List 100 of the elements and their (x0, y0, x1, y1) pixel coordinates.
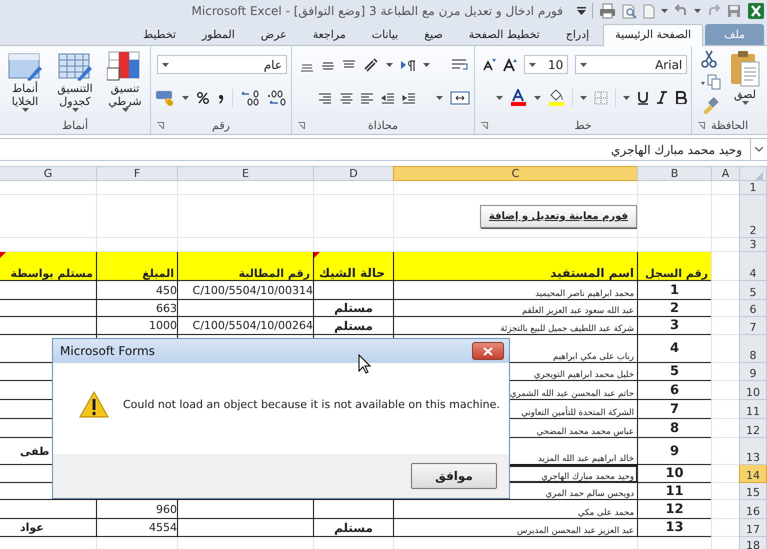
copy-icon[interactable] (701, 74, 721, 90)
caret-icon[interactable] (386, 63, 393, 67)
increase-decimal-icon[interactable] (240, 90, 260, 106)
align-right-icon[interactable] (318, 92, 332, 104)
merge-center-icon[interactable] (450, 91, 470, 105)
warning-icon (79, 391, 109, 418)
right-to-left-icon[interactable] (400, 58, 416, 72)
caret-icon[interactable] (436, 96, 443, 100)
dialog-launcher-icon[interactable] (480, 122, 488, 129)
row-header[interactable]: 15 (740, 482, 766, 500)
row-header[interactable]: 10 (740, 380, 766, 400)
printer-icon[interactable] (599, 3, 616, 19)
format-painter-icon[interactable] (701, 96, 719, 114)
row-header[interactable]: 14 (740, 464, 766, 482)
caret-icon[interactable] (580, 62, 588, 67)
mouse-cursor-icon (358, 354, 371, 374)
column-header[interactable]: G (0, 166, 96, 180)
table-cell: 4 (638, 334, 712, 362)
column-header[interactable]: B (638, 166, 712, 180)
increase-indent-icon[interactable] (402, 92, 416, 104)
row-header[interactable]: 3 (740, 238, 766, 252)
column-header[interactable]: F (96, 166, 178, 180)
format-as-table-button[interactable]: التنسيق كجدول (54, 50, 96, 112)
caret-icon[interactable] (529, 62, 536, 67)
shrink-font-icon[interactable] (483, 58, 496, 72)
conditional-formatting-button[interactable]: تنسيق شرطي (104, 50, 146, 112)
column-header[interactable]: D (314, 166, 394, 180)
ribbon-tab[interactable]: بيانات (360, 24, 410, 45)
caret-icon[interactable] (182, 96, 189, 100)
close-button[interactable] (472, 342, 504, 360)
row-header[interactable]: 5 (740, 280, 766, 300)
table-cell: 2 (638, 300, 712, 316)
ok-button[interactable]: موافق (411, 463, 497, 489)
percent-icon[interactable] (196, 90, 210, 105)
caret-icon[interactable] (22, 108, 28, 112)
customize-menu-icon[interactable] (577, 6, 586, 16)
ribbon-tab[interactable]: عرض (248, 24, 299, 45)
align-center-icon[interactable] (338, 92, 353, 104)
row-header[interactable]: 6 (740, 300, 766, 316)
row-header[interactable]: 1 (740, 180, 766, 194)
number-format-field[interactable]: عام (157, 55, 287, 74)
borders-icon[interactable] (594, 90, 608, 105)
decrease-indent-icon[interactable] (380, 92, 395, 104)
save-icon[interactable] (727, 4, 741, 18)
row-header[interactable]: 9 (740, 362, 766, 380)
font-name-field[interactable]: Arial (575, 55, 688, 74)
column-header[interactable]: C (394, 166, 638, 180)
row-header[interactable]: 17 (740, 518, 766, 536)
form-button[interactable]: فورم معاينة وتعديل و إضافة (480, 205, 636, 228)
row-header[interactable]: 4 (740, 252, 766, 280)
caret-icon[interactable] (661, 9, 668, 13)
caret-icon[interactable] (496, 96, 504, 100)
align-left-icon[interactable] (360, 92, 374, 104)
dialog-launcher-icon[interactable] (298, 122, 305, 129)
ribbon-tab[interactable]: تخطيط الصفحة (456, 24, 552, 45)
ribbon-tab[interactable]: الصفحة الرئيسية (603, 24, 704, 46)
new-document-icon[interactable] (643, 4, 655, 18)
row-header[interactable]: 2 (740, 194, 766, 238)
column-header[interactable]: E (178, 166, 314, 180)
fill-color-icon[interactable] (548, 89, 566, 106)
ribbon-tab[interactable]: إدراج (554, 24, 602, 45)
row-header[interactable]: 7 (740, 316, 766, 334)
underline-icon[interactable] (637, 90, 650, 105)
font-size-field[interactable]: 10 (524, 55, 568, 74)
ribbon-tab[interactable]: تخطيط (131, 24, 188, 45)
close-icon (483, 346, 493, 356)
cell-styles-button[interactable]: أنماط الخلايا (4, 50, 46, 112)
caret-icon[interactable] (422, 63, 430, 67)
formula-bar-field[interactable]: وحيد محمد مبارك الهاجري (0, 142, 750, 156)
text-orientation-icon[interactable] (362, 57, 379, 73)
paste-button[interactable]: لصق (727, 48, 763, 107)
row-header[interactable]: 11 (740, 400, 766, 418)
dialog-launcher-icon[interactable] (157, 122, 164, 129)
caret-icon[interactable] (122, 108, 128, 112)
caret-icon[interactable] (162, 62, 169, 67)
caret-icon[interactable] (742, 101, 748, 105)
print-preview-icon[interactable] (622, 4, 637, 18)
font-color-icon[interactable] (510, 89, 528, 106)
cut-icon[interactable] (701, 50, 717, 68)
row-header[interactable]: 12 (740, 418, 766, 438)
caret-icon[interactable] (534, 96, 542, 100)
decrease-decimal-icon[interactable] (267, 90, 287, 106)
row-header[interactable]: 13 (740, 438, 766, 464)
ribbon-tab[interactable]: مراجعة (300, 24, 358, 45)
caret-icon[interactable] (694, 9, 701, 13)
caret-icon[interactable] (72, 108, 78, 112)
ribbon-tab[interactable]: صيغ (412, 24, 455, 45)
row-header[interactable]: 18 (740, 536, 766, 549)
bold-icon[interactable] (675, 91, 688, 104)
caret-icon[interactable] (623, 96, 630, 100)
currency-icon[interactable] (155, 90, 175, 106)
dialog-launcher-icon[interactable] (698, 122, 706, 129)
row-header[interactable]: 8 (740, 334, 766, 362)
row-header[interactable]: 16 (740, 500, 766, 518)
undo-icon[interactable] (674, 4, 688, 18)
caret-icon[interactable] (580, 96, 588, 100)
italic-icon[interactable] (656, 91, 668, 104)
column-header[interactable]: A (712, 166, 740, 180)
grow-font-icon[interactable] (503, 58, 518, 72)
ribbon-tab[interactable]: المطور (190, 24, 247, 45)
